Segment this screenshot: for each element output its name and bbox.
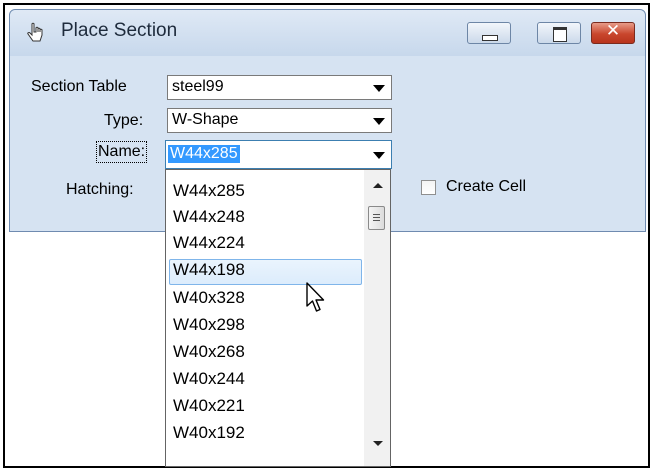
scroll-thumb[interactable] xyxy=(368,206,385,230)
name-select[interactable]: W44x285 xyxy=(165,140,392,169)
hand-pointer-icon xyxy=(27,22,43,42)
type-select[interactable]: W-Shape xyxy=(167,108,392,133)
section-table-value: steel99 xyxy=(172,78,224,95)
chevron-down-icon xyxy=(373,152,385,159)
create-cell-label[interactable]: Create Cell xyxy=(446,178,526,196)
type-label: Type: xyxy=(104,112,144,129)
name-dropdown-list[interactable]: W44x285 W44x248 W44x224 W44x198 W40x328 … xyxy=(165,169,391,467)
list-item[interactable]: W40x298 xyxy=(173,315,245,341)
section-table-select[interactable]: steel99 xyxy=(167,75,392,100)
list-item[interactable]: W40x192 xyxy=(173,423,245,449)
close-button[interactable]: ✕ xyxy=(591,21,635,44)
type-value: W-Shape xyxy=(172,111,239,128)
vertical-scrollbar[interactable] xyxy=(364,170,390,466)
list-item[interactable]: W44x285 xyxy=(173,181,245,207)
list-item[interactable]: W40x268 xyxy=(173,342,245,368)
maximize-button[interactable] xyxy=(537,22,581,44)
list-item[interactable]: W40x221 xyxy=(173,396,245,422)
mouse-cursor-icon xyxy=(306,282,325,312)
close-icon: ✕ xyxy=(605,21,621,41)
grip-line xyxy=(373,220,380,221)
list-item[interactable]: W40x244 xyxy=(173,369,245,395)
create-cell-checkbox[interactable] xyxy=(421,180,436,195)
window-title: Place Section xyxy=(61,20,178,41)
list-item[interactable]: W44x198 xyxy=(173,260,245,286)
section-table-label: Section Table xyxy=(31,78,127,95)
list-item[interactable]: W44x224 xyxy=(173,233,245,259)
hatching-label: Hatching: xyxy=(66,181,134,198)
scroll-up-arrow-icon[interactable] xyxy=(373,183,383,188)
scroll-down-arrow-icon[interactable] xyxy=(373,441,383,446)
list-item[interactable]: W40x328 xyxy=(173,288,245,314)
name-label: Name: xyxy=(95,141,148,163)
chevron-down-icon xyxy=(373,85,385,92)
maximize-icon xyxy=(553,27,567,42)
chevron-down-icon xyxy=(373,118,385,125)
list-item[interactable]: W44x248 xyxy=(173,207,245,233)
minimize-button[interactable] xyxy=(467,22,511,44)
title-bar[interactable]: Place Section ✕ xyxy=(10,10,645,56)
name-value: W44x285 xyxy=(168,145,240,163)
grip-line xyxy=(373,217,380,218)
minimize-icon xyxy=(482,35,498,41)
grip-line xyxy=(373,214,380,215)
